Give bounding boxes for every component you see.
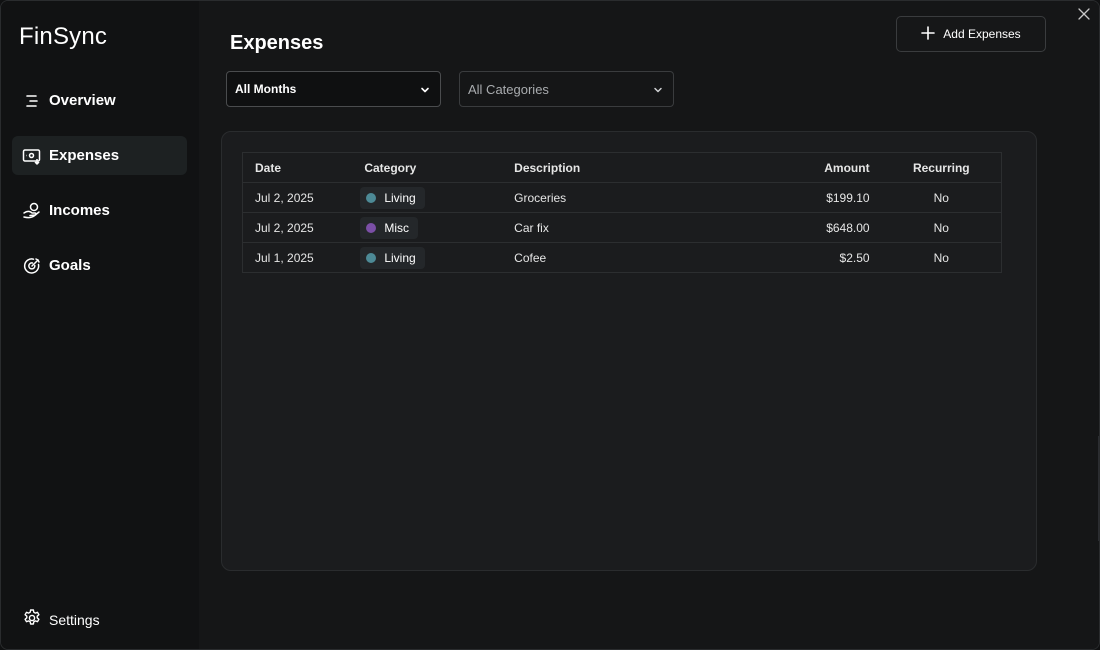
table-row[interactable]: Jul 2, 2025 Living Groceries $199.10 No	[242, 182, 1002, 213]
column-header-date[interactable]: Date	[242, 152, 353, 183]
table-row[interactable]: Jul 1, 2025 Living Cofee $2.50 No	[242, 242, 1002, 273]
category-chip: Misc	[360, 216, 419, 239]
category-color-dot	[366, 252, 377, 263]
wallet-icon	[22, 146, 42, 166]
category-filter-select[interactable]: All Categories	[459, 71, 674, 107]
plus-icon	[921, 25, 936, 43]
category-label: Living	[384, 190, 416, 205]
cell-date: Jul 2, 2025	[242, 212, 353, 243]
target-icon	[22, 256, 42, 276]
close-window-button[interactable]	[1075, 7, 1093, 25]
sidebar-item-expenses[interactable]: Expenses	[12, 136, 187, 175]
cell-recurring: No	[881, 212, 1002, 243]
category-color-dot	[366, 222, 377, 233]
category-filter-placeholder: All Categories	[468, 81, 549, 97]
settings-button[interactable]: Settings	[12, 601, 187, 639]
column-header-amount[interactable]: Amount	[756, 152, 882, 183]
table-row[interactable]: Jul 2, 2025 Misc Car fix $648.00 No	[242, 212, 1002, 243]
sidebar-item-incomes[interactable]: Incomes	[12, 191, 187, 230]
cell-recurring: No	[881, 242, 1002, 273]
list-icon	[22, 91, 42, 111]
cell-amount: $2.50	[756, 242, 882, 273]
sidebar: FinSync Overview Expenses Incomes Goals …	[1, 1, 199, 649]
sidebar-item-overview[interactable]: Overview	[12, 81, 187, 120]
sidebar-item-label: Overview	[49, 92, 116, 109]
add-expenses-button[interactable]: Add Expenses	[896, 16, 1046, 52]
sidebar-item-goals[interactable]: Goals	[12, 246, 187, 285]
chevron-down-icon	[652, 84, 664, 96]
column-header-recurring[interactable]: Recurring	[881, 152, 1002, 183]
app-brand: FinSync	[19, 23, 108, 50]
sidebar-item-label: Incomes	[49, 202, 110, 219]
cell-date: Jul 2, 2025	[242, 182, 353, 213]
category-chip: Living	[360, 246, 425, 269]
expenses-table: Date Category Description Amount Recurri…	[242, 152, 1002, 273]
cell-category: Living	[352, 242, 503, 273]
category-chip: Living	[360, 186, 425, 209]
cell-category: Living	[352, 182, 503, 213]
table-header-row: Date Category Description Amount Recurri…	[242, 152, 1002, 183]
cell-date: Jul 1, 2025	[242, 242, 353, 273]
cell-description: Groceries	[502, 182, 757, 213]
app-window: FinSync Overview Expenses Incomes Goals …	[0, 0, 1100, 650]
cell-amount: $648.00	[756, 212, 882, 243]
cell-description: Cofee	[502, 242, 757, 273]
hand-coin-icon	[22, 201, 42, 221]
page-title: Expenses	[230, 32, 324, 54]
sidebar-item-label: Goals	[49, 257, 91, 274]
category-label: Misc	[384, 220, 410, 235]
gear-icon	[22, 608, 42, 633]
month-filter-value: All Months	[235, 82, 297, 96]
expenses-panel: Date Category Description Amount Recurri…	[221, 131, 1037, 571]
cell-recurring: No	[881, 182, 1002, 213]
add-expenses-label: Add Expenses	[943, 27, 1021, 41]
chevron-down-icon	[419, 84, 431, 96]
category-color-dot	[366, 192, 377, 203]
month-filter-select[interactable]: All Months	[226, 71, 441, 107]
category-label: Living	[384, 250, 416, 265]
sidebar-item-label: Expenses	[49, 147, 120, 164]
cell-description: Car fix	[502, 212, 757, 243]
main-content: Expenses Add Expenses All Months All Cat…	[199, 1, 1099, 649]
close-icon	[1078, 7, 1090, 25]
settings-label: Settings	[49, 612, 100, 628]
column-header-description[interactable]: Description	[502, 152, 757, 183]
cell-amount: $199.10	[756, 182, 882, 213]
cell-category: Misc	[352, 212, 503, 243]
column-header-category[interactable]: Category	[352, 152, 503, 183]
